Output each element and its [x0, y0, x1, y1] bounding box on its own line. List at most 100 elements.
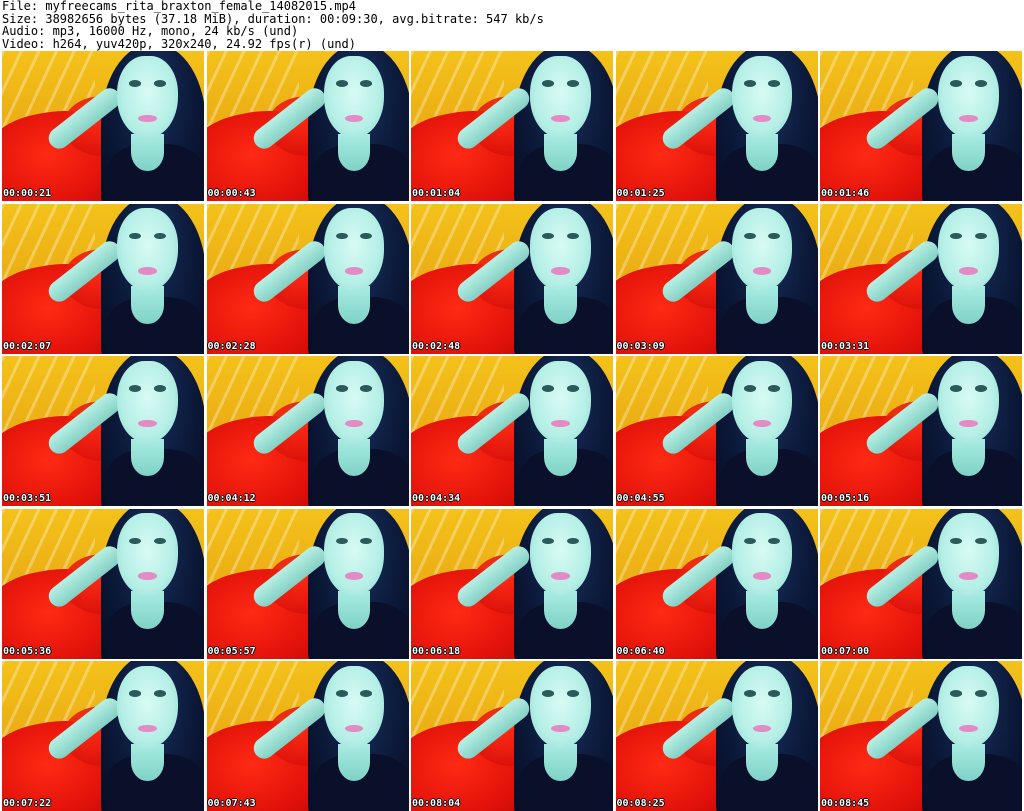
- timestamp-label: 00:02:28: [207, 340, 256, 352]
- face: [117, 55, 178, 138]
- left-eye: [950, 385, 963, 392]
- video-thumbnail: 00:04:12: [206, 356, 409, 506]
- neck: [745, 286, 779, 324]
- lips: [344, 419, 364, 428]
- left-eye: [335, 232, 348, 240]
- lips: [959, 572, 978, 580]
- left-eye: [743, 385, 756, 392]
- lips: [959, 267, 978, 275]
- lips: [344, 114, 364, 123]
- file-name-line: File: myfreecams_rita_braxton_female_140…: [2, 0, 357, 13]
- left-eye: [950, 232, 963, 240]
- neck: [337, 133, 371, 171]
- left-eye: [129, 385, 142, 392]
- timestamp-label: 00:04:34: [412, 493, 461, 504]
- lips: [551, 419, 570, 428]
- right-eye: [360, 690, 373, 697]
- right-eye: [974, 690, 987, 697]
- neck: [745, 438, 779, 476]
- right-eye: [153, 232, 166, 240]
- face: [323, 55, 385, 138]
- lips: [752, 267, 772, 275]
- right-eye: [768, 232, 781, 240]
- right-eye: [974, 537, 987, 545]
- right-eye: [566, 385, 579, 392]
- timestamp-label: 00:01:25: [616, 188, 665, 199]
- lips: [138, 572, 157, 580]
- timestamp-label: 00:01:46: [821, 188, 870, 199]
- neck: [544, 743, 577, 781]
- timestamp-label: 00:07:00: [821, 645, 870, 657]
- neck: [745, 133, 779, 171]
- neck: [952, 591, 985, 629]
- video-thumbnail: 00:07:22: [2, 661, 204, 811]
- timestamp-label: 00:07:43: [207, 798, 256, 809]
- video-thumbnail: 00:05:16: [820, 356, 1022, 506]
- right-eye: [974, 80, 987, 87]
- timestamp-label: 00:05:36: [3, 645, 52, 657]
- left-eye: [129, 80, 142, 87]
- file-info-header: File: myfreecams_rita_braxton_female_140…: [2, 0, 1020, 50]
- video-info-line: Video: h264, yuv420p, 320x240, 24.92 fps…: [2, 36, 357, 51]
- video-thumbnail: 00:02:48: [411, 203, 613, 354]
- video-thumbnail: 00:02:07: [2, 203, 204, 354]
- video-thumbnail: 00:03:51: [2, 356, 204, 506]
- face: [530, 360, 591, 443]
- lips: [752, 114, 772, 123]
- neck: [745, 743, 779, 781]
- right-eye: [153, 80, 166, 87]
- timestamp-label: 00:04:12: [207, 493, 256, 504]
- face: [731, 665, 793, 748]
- timestamp-label: 00:04:55: [616, 493, 665, 504]
- neck: [952, 133, 985, 171]
- face: [117, 208, 178, 291]
- video-thumbnail: 00:03:31: [820, 203, 1022, 354]
- left-eye: [743, 232, 756, 240]
- left-eye: [129, 537, 142, 545]
- face: [938, 360, 999, 443]
- face: [731, 360, 793, 443]
- right-eye: [360, 385, 373, 392]
- left-eye: [743, 80, 756, 87]
- left-eye: [950, 690, 963, 697]
- lips: [344, 267, 364, 275]
- neck: [952, 438, 985, 476]
- left-eye: [743, 537, 756, 545]
- neck: [131, 133, 164, 171]
- face: [530, 513, 591, 596]
- left-eye: [542, 537, 555, 545]
- neck: [745, 591, 779, 629]
- face: [323, 665, 385, 748]
- neck: [337, 438, 371, 476]
- lips: [138, 724, 157, 733]
- neck: [337, 286, 371, 324]
- right-eye: [153, 385, 166, 392]
- timestamp-label: 00:05:57: [207, 645, 256, 657]
- right-eye: [768, 385, 781, 392]
- lips: [752, 419, 772, 428]
- video-thumbnail: 00:04:34: [411, 356, 613, 506]
- timestamp-label: 00:08:04: [412, 798, 461, 809]
- face: [938, 665, 999, 748]
- face: [731, 55, 793, 138]
- video-thumbnail: 00:07:00: [820, 508, 1022, 659]
- timestamp-label: 00:06:18: [412, 645, 461, 657]
- video-thumbnail: 00:01:04: [411, 51, 613, 201]
- face: [938, 513, 999, 596]
- video-thumbnail: 00:08:04: [411, 661, 613, 811]
- lips: [138, 114, 157, 123]
- video-thumbnail: 00:05:36: [2, 508, 204, 659]
- left-eye: [129, 232, 142, 240]
- lips: [959, 724, 978, 733]
- left-eye: [335, 690, 348, 697]
- timestamp-label: 00:08:45: [821, 798, 870, 809]
- face: [323, 360, 385, 443]
- lips: [551, 724, 570, 733]
- face: [938, 55, 999, 138]
- right-eye: [566, 690, 579, 697]
- timestamp-label: 00:00:21: [3, 188, 52, 199]
- timestamp-label: 00:05:16: [821, 493, 870, 504]
- video-thumbnail: 00:02:28: [206, 203, 409, 354]
- lips: [551, 114, 570, 123]
- video-thumbnail: 00:07:43: [206, 661, 409, 811]
